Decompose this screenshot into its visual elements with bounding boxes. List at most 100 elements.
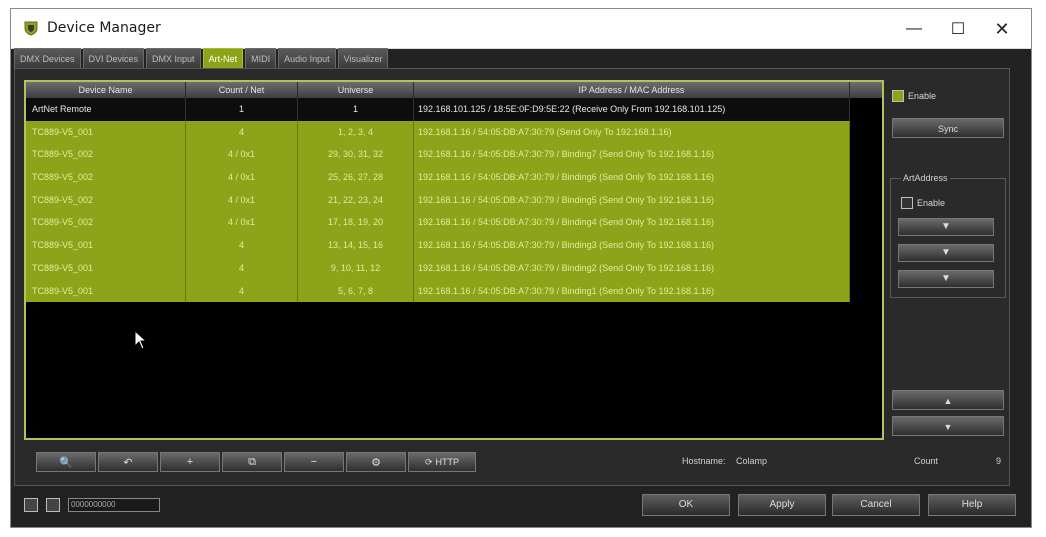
cell-device-name: TC889-V5_002: [26, 188, 186, 212]
cell-universe: 21, 22, 23, 24: [298, 188, 414, 212]
cell-device-name: TC889-V5_002: [26, 211, 186, 235]
cell-device-name: TC889-V5_002: [26, 143, 186, 167]
cell-count: 4 / 0x1: [186, 188, 298, 212]
cell-count: 4 / 0x1: [186, 211, 298, 235]
table-row[interactable]: TC889-V5_001 4 13, 14, 15, 16 192.168.1.…: [26, 234, 850, 257]
cancel-button[interactable]: Cancel: [832, 494, 920, 516]
column-header-ip-address[interactable]: IP Address / MAC Address: [414, 82, 850, 98]
undo-button[interactable]: ↶: [98, 452, 158, 472]
table-row[interactable]: TC889-V5_002 4 / 0x1 29, 30, 31, 32 192.…: [26, 143, 850, 167]
cell-device-name: ArtNet Remote: [26, 98, 186, 121]
tab-midi[interactable]: MIDI: [245, 48, 277, 68]
sync-button[interactable]: Sync: [892, 118, 1004, 138]
cell-universe: 5, 6, 7, 8: [298, 279, 414, 303]
column-header-device-name[interactable]: Device Name: [26, 82, 186, 98]
artaddress-dropdown-2[interactable]: ▼: [898, 244, 994, 262]
cell-universe: 25, 26, 27, 28: [298, 166, 414, 189]
artaddress-enable-label: Enable: [917, 198, 946, 208]
copy-icon: ⧉: [248, 455, 256, 468]
table-row[interactable]: TC889-V5_001 4 9, 10, 11, 12 192.168.1.1…: [26, 256, 850, 280]
move-up-button[interactable]: ▲: [892, 390, 1004, 410]
status-field: 0000000000: [68, 498, 160, 512]
cell-universe: 1, 2, 3, 4: [298, 120, 414, 144]
close-button[interactable]: ✕: [979, 9, 1025, 49]
cell-ip-address: 192.168.1.16 / 54:05:DB:A7:30:79 / Bindi…: [414, 256, 850, 280]
http-label: HTTP: [435, 457, 460, 467]
cell-device-name: TC889-V5_001: [26, 234, 186, 257]
column-header-count-net[interactable]: Count / Net: [186, 82, 298, 98]
settings-icon: ⚙: [371, 456, 381, 469]
cell-universe: 17, 18, 19, 20: [298, 211, 414, 235]
shield-icon: [24, 21, 38, 36]
count-value: 9: [996, 456, 1002, 466]
ok-button[interactable]: OK: [642, 494, 730, 516]
add-button[interactable]: +: [160, 452, 220, 472]
title-bar: Device Manager — ☐ ✕: [11, 9, 1031, 49]
table-body: ArtNet Remote 1 1 192.168.101.125 / 18:5…: [26, 98, 850, 303]
settings-button[interactable]: ⚙: [346, 452, 406, 472]
move-down-button[interactable]: ▼: [892, 416, 1004, 436]
mouse-pointer-icon: [134, 330, 148, 350]
hostname-label: Hostname:: [682, 456, 726, 466]
column-header-universe[interactable]: Universe: [298, 82, 414, 98]
remove-button[interactable]: −: [284, 452, 344, 472]
cell-ip-address: 192.168.1.16 / 54:05:DB:A7:30:79 / Bindi…: [414, 211, 850, 235]
artaddress-dropdown-3[interactable]: ▼: [898, 270, 994, 288]
tab-dmx-devices[interactable]: DMX Devices: [14, 48, 81, 68]
undo-icon: ↶: [123, 456, 133, 469]
search-icon: 🔍: [59, 456, 73, 469]
cell-ip-address: 192.168.101.125 / 18:5E:0F:D9:5E:22 (Rec…: [414, 98, 850, 121]
cell-count: 4: [186, 120, 298, 144]
hostname-value: Colamp: [736, 456, 768, 466]
tab-audio-input[interactable]: Audio Input: [278, 48, 336, 68]
cell-ip-address: 192.168.1.16 / 54:05:DB:A7:30:79 / Bindi…: [414, 188, 850, 212]
maximize-button[interactable]: ☐: [935, 9, 981, 49]
cell-universe: 1: [298, 98, 414, 121]
tab-art-net[interactable]: Art-Net: [202, 48, 244, 68]
cell-ip-address: 192.168.1.16 / 54:05:DB:A7:30:79 / Bindi…: [414, 234, 850, 257]
cell-device-name: TC889-V5_001: [26, 279, 186, 303]
window-title: Device Manager: [47, 20, 161, 36]
save-icon[interactable]: [46, 498, 60, 512]
monitor-icon[interactable]: [24, 498, 38, 512]
enable-label: Enable: [908, 91, 937, 101]
table-row[interactable]: TC889-V5_001 4 1, 2, 3, 4 192.168.1.16 /…: [26, 120, 850, 144]
artaddress-label: ArtAddress: [901, 173, 950, 183]
cell-count: 1: [186, 98, 298, 121]
minimize-button[interactable]: —: [891, 9, 937, 49]
tab-dmx-input[interactable]: DMX Input: [146, 48, 201, 68]
tab-bar: DMX Devices DVI Devices DMX Input Art-Ne…: [14, 48, 389, 68]
table-header: Device Name Count / Net Universe IP Addr…: [26, 82, 882, 98]
checkbox-checked-icon: [892, 90, 904, 102]
cell-count: 4: [186, 234, 298, 257]
enable-checkbox[interactable]: Enable: [892, 90, 936, 102]
cell-device-name: TC889-V5_002: [26, 166, 186, 189]
cell-device-name: TC889-V5_001: [26, 256, 186, 280]
remove-icon: −: [310, 456, 318, 468]
table-row[interactable]: TC889-V5_002 4 / 0x1 25, 26, 27, 28 192.…: [26, 166, 850, 189]
table-row[interactable]: TC889-V5_002 4 / 0x1 21, 22, 23, 24 192.…: [26, 188, 850, 212]
cell-count: 4 / 0x1: [186, 143, 298, 167]
apply-button[interactable]: Apply: [738, 494, 826, 516]
cell-ip-address: 192.168.1.16 / 54:05:DB:A7:30:79 / Bindi…: [414, 166, 850, 189]
table-row[interactable]: TC889-V5_002 4 / 0x1 17, 18, 19, 20 192.…: [26, 211, 850, 235]
artnet-device-table: Device Name Count / Net Universe IP Addr…: [24, 80, 884, 440]
tab-dvi-devices[interactable]: DVI Devices: [82, 48, 145, 68]
table-row[interactable]: TC889-V5_001 4 5, 6, 7, 8 192.168.1.16 /…: [26, 279, 850, 303]
search-button[interactable]: 🔍: [36, 452, 96, 472]
status-bar: 0000000000: [24, 498, 160, 512]
cell-universe: 9, 10, 11, 12: [298, 256, 414, 280]
count-label: Count: [914, 456, 939, 466]
cell-universe: 13, 14, 15, 16: [298, 234, 414, 257]
checkbox-unchecked-icon: [901, 197, 913, 209]
add-icon: +: [186, 456, 194, 468]
tab-visualizer[interactable]: Visualizer: [337, 48, 389, 68]
help-button[interactable]: Help: [928, 494, 1016, 516]
hostname-display: Hostname: Colamp: [682, 456, 767, 466]
cell-ip-address: 192.168.1.16 / 54:05:DB:A7:30:79 / Bindi…: [414, 279, 850, 303]
artaddress-dropdown-1[interactable]: ▼: [898, 218, 994, 236]
table-row[interactable]: ArtNet Remote 1 1 192.168.101.125 / 18:5…: [26, 98, 850, 121]
copy-button[interactable]: ⧉: [222, 452, 282, 472]
http-button[interactable]: ⟳ HTTP: [408, 452, 476, 472]
artaddress-enable-checkbox[interactable]: Enable: [901, 197, 945, 209]
